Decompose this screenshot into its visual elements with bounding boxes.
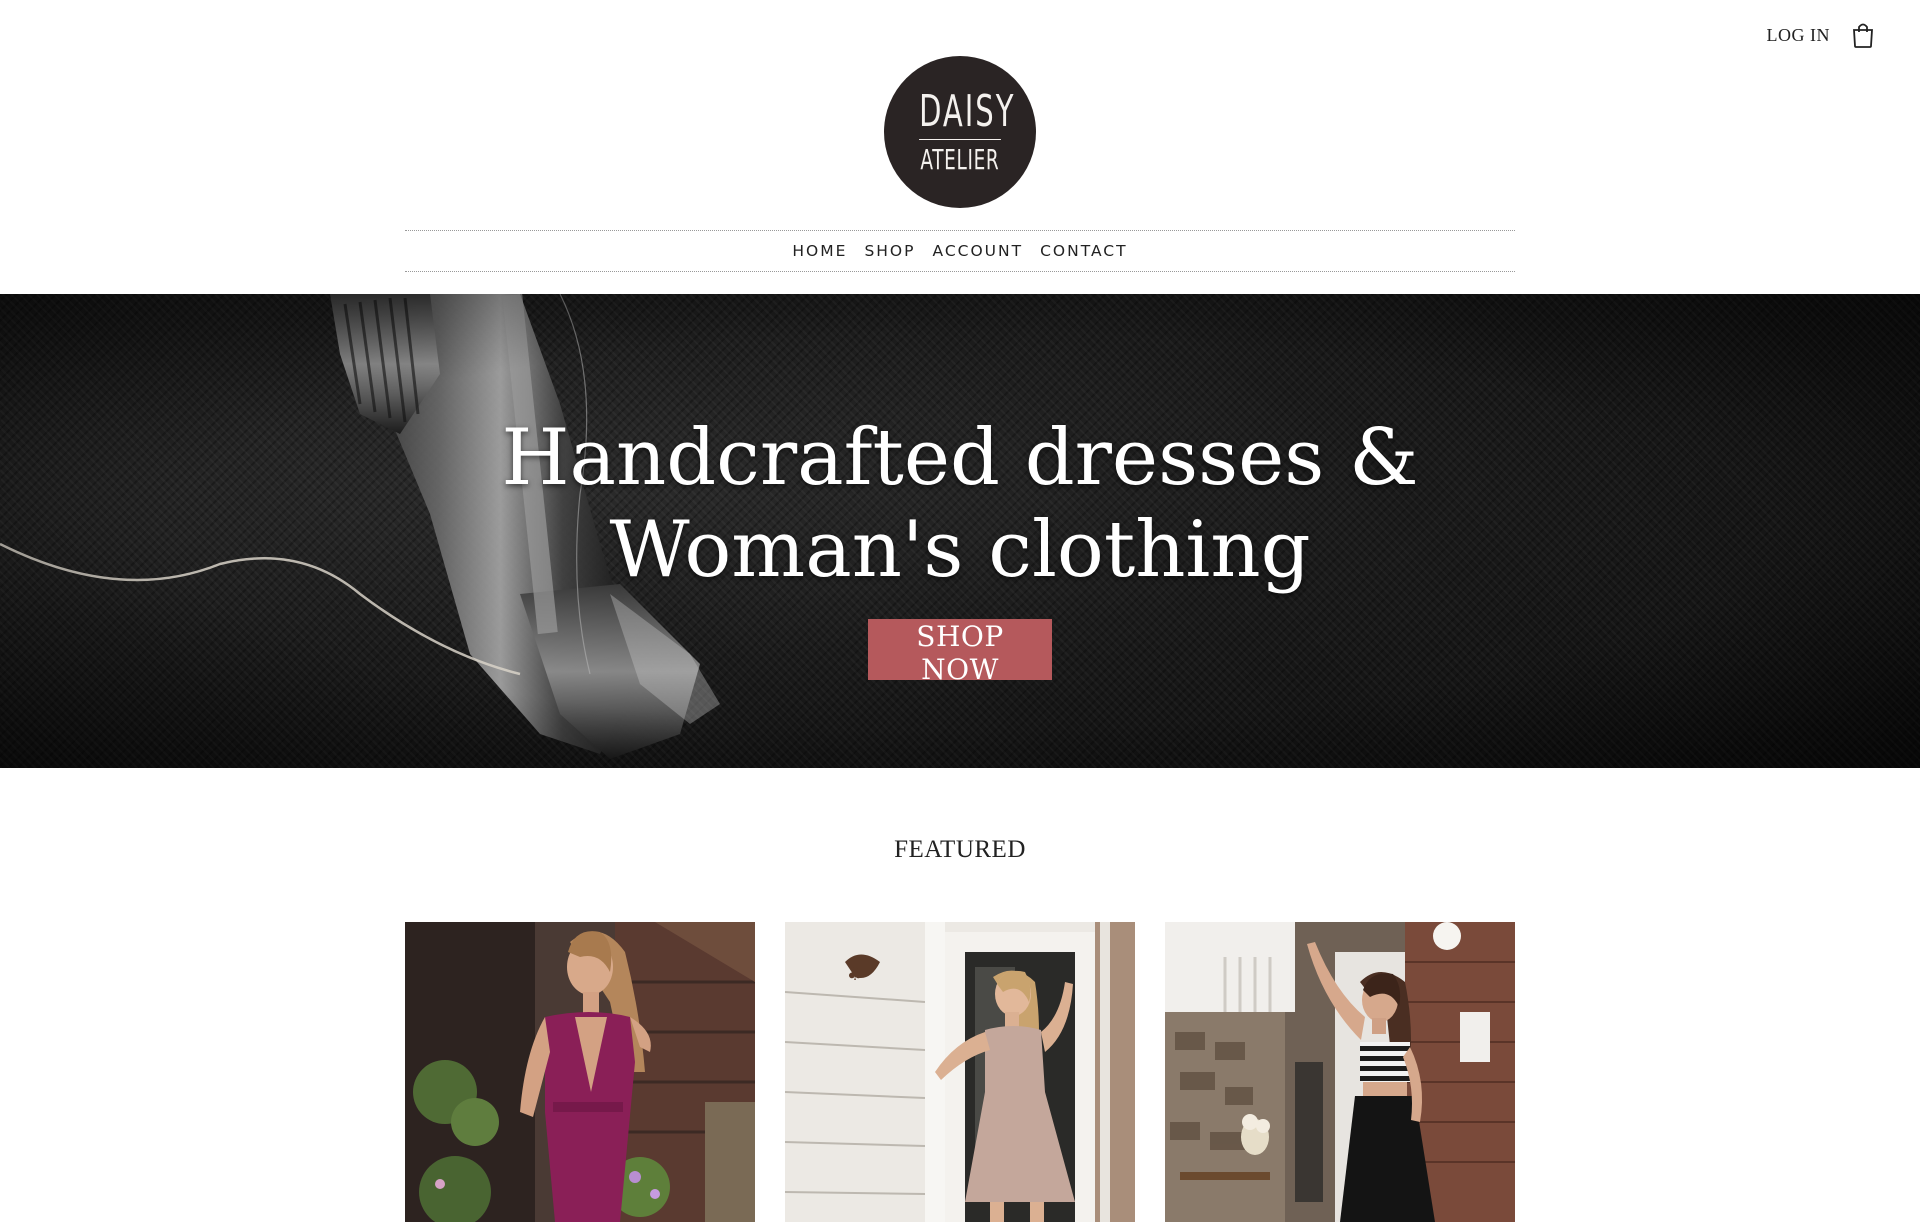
woman-in-pink-dress-at-doorway-photo: ♣	[785, 922, 1135, 1222]
shop-now-button[interactable]: SHOP NOW	[868, 619, 1052, 686]
featured-heading: FEATURED	[894, 836, 1026, 863]
main-nav: HOME SHOP ACCOUNT CONTACT	[405, 230, 1515, 272]
product-card[interactable]	[1165, 922, 1515, 1222]
shopping-bag-icon[interactable]	[1852, 22, 1874, 48]
hero-title-line1: Handcrafted dresses &	[501, 413, 1419, 503]
logo-bottom-text: ATELIER	[920, 143, 1000, 176]
site-logo[interactable]: DAISY ATELIER	[884, 56, 1036, 208]
login-link[interactable]: LOG IN	[1767, 25, 1831, 46]
svg-text:♣: ♣	[847, 964, 863, 985]
woman-in-striped-top-and-black-skirt-photo	[1165, 922, 1515, 1222]
woman-in-magenta-dress-photo	[405, 922, 755, 1222]
logo-top-text: DAISY	[919, 90, 1013, 140]
hero-title: Handcrafted dresses & Woman's clothing	[0, 412, 1920, 596]
product-card[interactable]	[405, 922, 755, 1222]
top-bar: LOG IN	[1767, 22, 1875, 48]
hero-title-line2: Woman's clothing	[609, 505, 1311, 595]
nav-item-home[interactable]: HOME	[792, 242, 847, 260]
nav-item-account[interactable]: ACCOUNT	[932, 242, 1023, 260]
featured-products: ♣	[405, 922, 1515, 1222]
product-card[interactable]: ♣	[785, 922, 1135, 1222]
nav-item-shop[interactable]: SHOP	[864, 242, 915, 260]
hero-banner: Handcrafted dresses & Woman's clothing S…	[0, 294, 1920, 768]
nav-item-contact[interactable]: CONTACT	[1040, 242, 1128, 260]
